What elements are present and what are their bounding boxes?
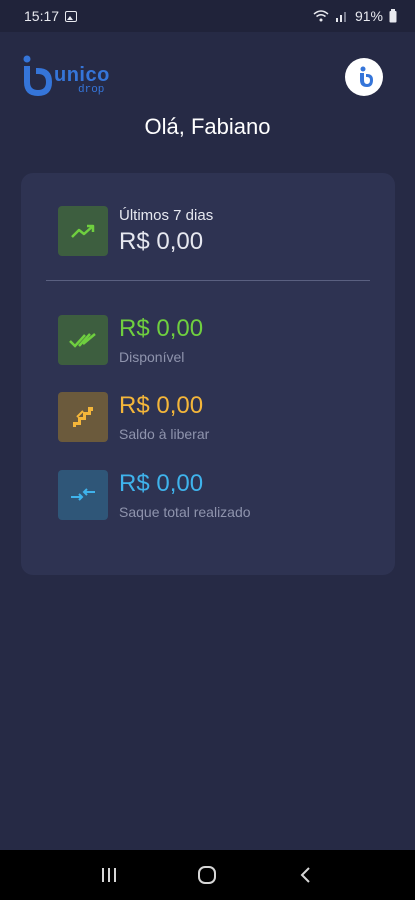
brand-logo-mark: [23, 55, 52, 96]
summary-row: Últimos 7 dias R$ 0,00: [58, 206, 213, 256]
metric-label: Saldo à liberar: [119, 426, 210, 442]
app-header: unico drop: [0, 52, 415, 102]
trending-up-icon: [71, 224, 95, 238]
metric-row-pending: R$ 0,00 Saldo à liberar: [58, 392, 209, 442]
metric-value: R$ 0,00: [119, 315, 204, 342]
wifi-icon: [313, 10, 329, 22]
brand-subtitle: drop: [78, 84, 105, 96]
back-button[interactable]: [294, 863, 318, 887]
back-icon: [300, 867, 310, 883]
recent-apps-icon: [102, 868, 117, 882]
system-nav-bar: [0, 850, 415, 900]
greeting-title: Olá, Fabiano: [144, 114, 271, 139]
transfer-arrows-icon: [71, 488, 95, 501]
signal-icon: [335, 12, 346, 22]
recent-apps-button[interactable]: [97, 863, 121, 887]
double-check-icon: [69, 333, 96, 348]
metric-value: R$ 0,00: [119, 392, 204, 419]
gallery-notification-icon: [65, 10, 78, 22]
metric-row-available: R$ 0,00 Disponível: [58, 315, 203, 365]
status-bar: 15:17 91%: [0, 0, 415, 32]
battery-percent: 91%: [354, 8, 383, 24]
status-time: 15:17: [24, 8, 60, 24]
metric-icon-box: [58, 470, 108, 520]
stairs-icon: [73, 407, 93, 427]
home-icon: [198, 866, 217, 884]
metric-icon-box: [58, 392, 108, 442]
battery-icon: [389, 9, 397, 23]
brand-avatar-icon: [360, 66, 373, 87]
metric-label: Disponível: [119, 349, 185, 365]
summary-icon-box: [58, 206, 108, 256]
metric-row-withdrawn: R$ 0,00 Saque total realizado: [58, 470, 251, 520]
home-button[interactable]: [195, 863, 219, 887]
profile-avatar-button[interactable]: [345, 58, 383, 96]
divider: [46, 280, 370, 281]
balance-card: Últimos 7 dias R$ 0,00 R$ 0,00 Disponíve…: [21, 173, 395, 575]
metric-icon-box: [58, 315, 108, 365]
summary-value: R$ 0,00: [119, 227, 204, 255]
metric-label: Saque total realizado: [119, 504, 251, 520]
metric-value: R$ 0,00: [119, 470, 204, 497]
brand-logo: unico drop: [18, 52, 128, 100]
summary-label: Últimos 7 dias: [119, 206, 214, 224]
